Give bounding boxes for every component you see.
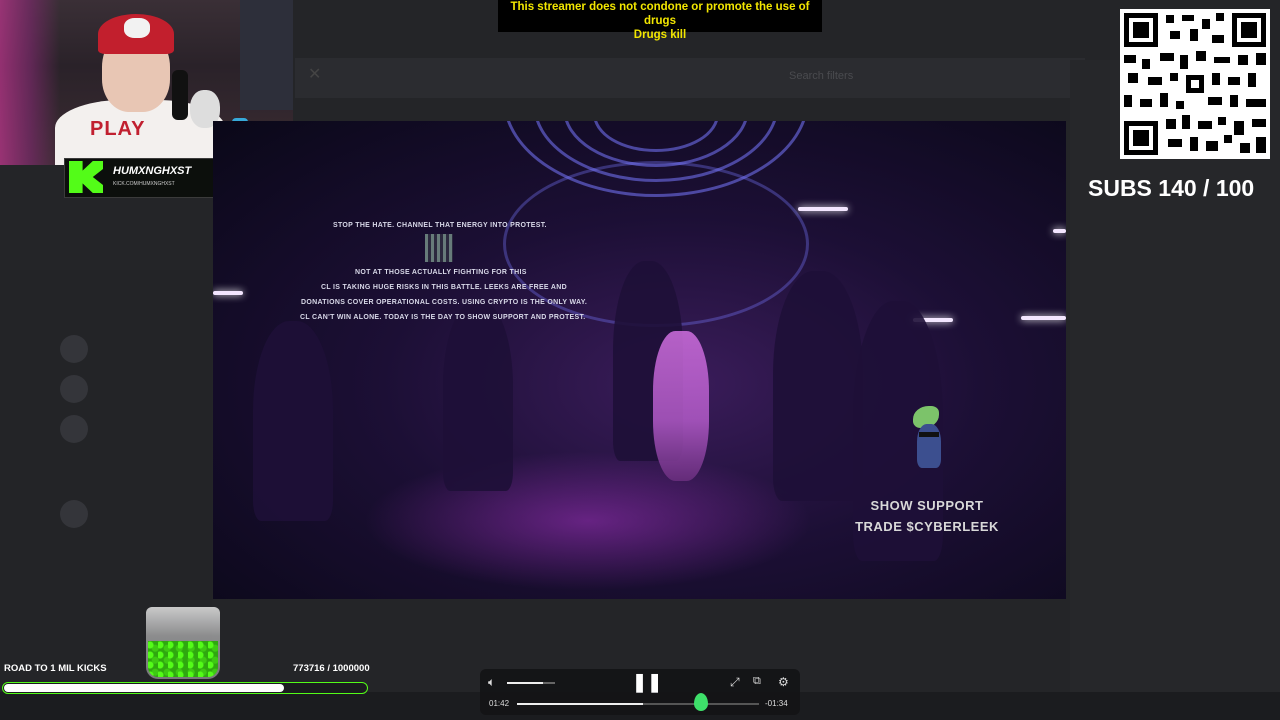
drug-disclaimer-banner: This streamer does not condone or promot…: [498, 0, 822, 41]
avatar: [60, 335, 88, 363]
microphone: [172, 70, 188, 120]
pause-icon[interactable]: ❚❚: [632, 672, 662, 693]
player-controls: 🔈︎ ❚❚ ⤢ ⧉ ⚙ 01:42 -01:34: [480, 669, 800, 715]
jar-fill: [148, 641, 218, 677]
kicks-jar: [146, 607, 220, 679]
kick-logo-icon: [69, 161, 103, 193]
remaining-time: -01:34: [765, 699, 788, 708]
road-to-kicks-progress-bar: [2, 682, 368, 694]
seek-bar-fill: [517, 703, 643, 705]
avatar: [60, 415, 88, 443]
show-support-text: SHOW SUPPORT TRADE $CYBERLEEK: [833, 495, 1021, 537]
cyberleek-mascot: [911, 406, 947, 476]
avatar: [60, 500, 88, 528]
cap-logo: [124, 18, 150, 38]
road-to-kicks-label: ROAD TO 1 MIL KICKS: [4, 663, 107, 674]
kick-channel-name: HUMXNGHXST: [113, 165, 192, 177]
volume-slider-fill: [507, 682, 543, 684]
kick-channel-badge: HUMXNGHXST KICK.COM/HUMXNGHXST: [64, 158, 214, 198]
kick-channel-url: KICK.COM/HUMXNGHXST: [113, 181, 175, 187]
video-player[interactable]: STOP THE HATE. CHANNEL THAT ENERGY INTO …: [213, 121, 1066, 599]
expand-icon[interactable]: ⤢: [730, 675, 740, 690]
subs-goal-counter: SUBS 140 / 100: [1088, 175, 1255, 201]
disclaimer-line-2: Drugs kill: [633, 29, 687, 41]
overlay-text-line-1: STOP THE HATE. CHANNEL THAT ENERGY INTO …: [333, 222, 547, 229]
close-icon: ✕: [308, 66, 322, 83]
alien-seek-handle-icon[interactable]: [694, 693, 708, 711]
qr-code: [1120, 9, 1270, 159]
overlay-text-line-2: NOT AT THOSE ACTUALLY FIGHTING FOR THIS: [355, 269, 527, 276]
overlay-text-line-5: CL CAN'T WIN ALONE. TODAY IS THE DAY TO …: [300, 314, 586, 321]
elapsed-time: 01:42: [489, 699, 510, 708]
overlay-text-line-4: DONATIONS COVER OPERATIONAL COSTS. USING…: [301, 299, 588, 306]
volume-slider[interactable]: [507, 682, 555, 684]
avatar: [60, 375, 88, 403]
dancer: [653, 331, 709, 481]
disclaimer-line-1: This streamer does not condone or promot…: [510, 1, 810, 27]
small-qr-code: [425, 234, 453, 262]
volume-icon[interactable]: 🔈︎: [488, 675, 495, 690]
support-line-1: SHOW SUPPORT: [870, 498, 984, 513]
road-to-kicks-count: 773716 / 1000000: [293, 663, 370, 674]
road-to-kicks-progress-fill: [4, 684, 285, 692]
support-line-2: TRADE $CYBERLEEK: [855, 519, 999, 534]
settings-hd-icon[interactable]: ⚙: [778, 675, 789, 689]
search-filters-label: Search filters: [789, 70, 854, 82]
picture-in-picture-icon[interactable]: ⧉: [753, 675, 761, 688]
overlay-text-line-3: CL IS TAKING HUGE RISKS IN THIS BATTLE. …: [321, 284, 567, 291]
background-topbar: [295, 58, 1085, 98]
qr-code-graphic: [1120, 9, 1270, 159]
seek-bar[interactable]: [517, 703, 759, 705]
